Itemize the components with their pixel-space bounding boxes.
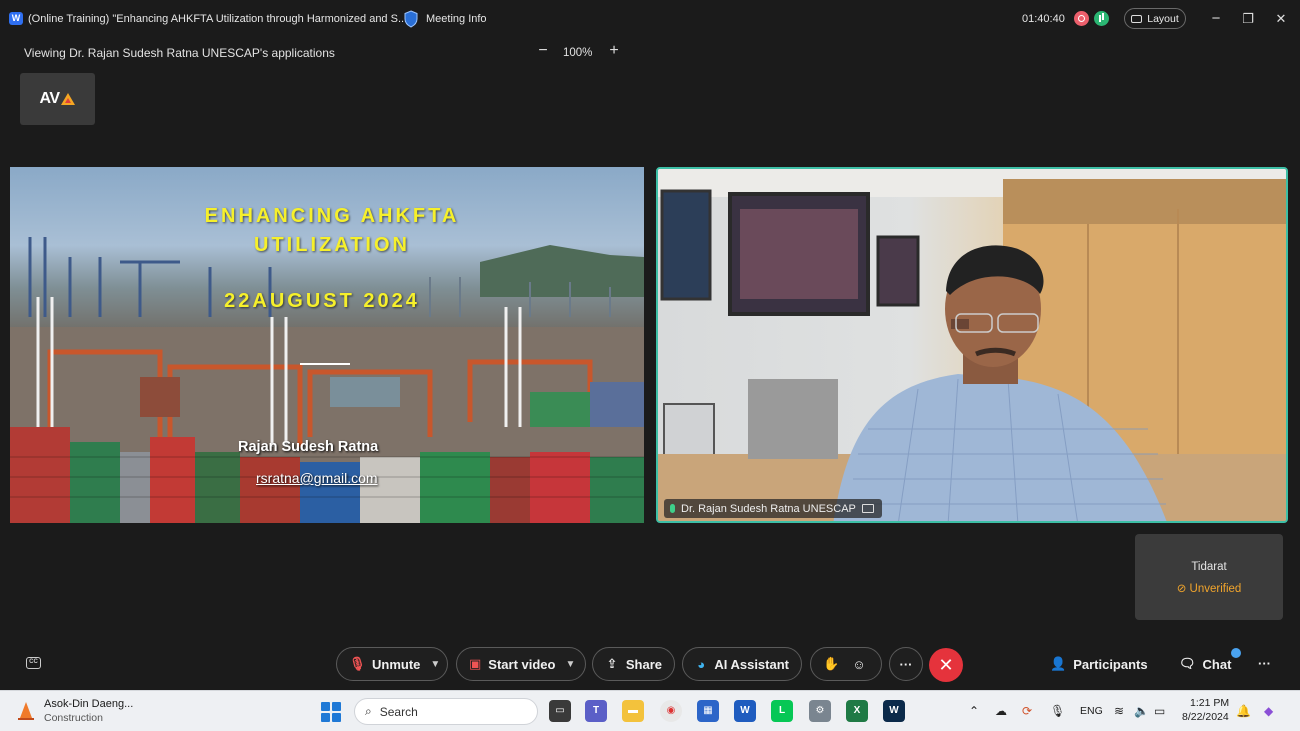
reactions-button[interactable]: ✋ ☺ — [810, 647, 882, 681]
chat-button[interactable]: 🗨 Chat — [1179, 656, 1231, 672]
slide-email: rsratna@gmail.com — [256, 470, 378, 486]
connection-stats-icon[interactable] — [1094, 11, 1109, 26]
layout-button[interactable]: Layout — [1124, 8, 1186, 29]
participant-name: Tidarat — [1191, 561, 1227, 573]
share-screen-icon: ⇪ — [606, 656, 618, 671]
word-icon[interactable]: W — [734, 700, 756, 722]
start-video-button[interactable]: ▣ Start video ▼ — [456, 647, 586, 681]
warning-clock-icon: ⊘ — [1176, 583, 1187, 595]
window-title: (Online Training) "Enhancing AHKFTA Util… — [28, 13, 408, 25]
file-explorer-icon[interactable]: ▬ — [622, 700, 644, 722]
speaker-video-tile[interactable]: Dr. Rajan Sudesh Ratna UNESCAP — [656, 167, 1288, 523]
speaker-video-image — [658, 169, 1286, 521]
minimize-button[interactable]: − — [1206, 9, 1226, 29]
slide-presenter-name: Rajan Sudesh Ratna — [238, 439, 379, 455]
windows-taskbar: Asok-Din Daeng... Construction ⌕ Search … — [0, 690, 1300, 731]
close-button[interactable]: ✕ — [1271, 9, 1291, 29]
mic-active-icon — [670, 504, 675, 513]
zoom-in-button[interactable]: + — [606, 42, 622, 60]
news-widget-subtitle: Construction — [44, 712, 103, 724]
line-app-icon[interactable]: L — [771, 700, 793, 722]
sync-icon[interactable]: ⟳ — [1022, 704, 1032, 718]
taskbar-search[interactable]: ⌕ Search — [354, 698, 538, 725]
share-label: Share — [625, 656, 662, 672]
slide-title-line1: ENHANCING AHKFTA — [204, 205, 460, 227]
ai-assistant-label: AI Assistant — [714, 656, 789, 672]
settings-gear-icon[interactable]: ⚙ — [809, 700, 831, 722]
recording-icon[interactable] — [1074, 11, 1089, 26]
notification-bell-icon[interactable]: 🔔 — [1236, 704, 1251, 718]
clock-date[interactable]: 8/22/2024 — [1182, 711, 1229, 723]
emoji-icon[interactable]: ☺ — [851, 657, 867, 672]
more-options-button[interactable]: ··· — [889, 647, 923, 681]
chat-label: Chat — [1202, 656, 1232, 672]
chevron-up-icon[interactable]: ⌃ — [969, 704, 979, 718]
copilot-icon[interactable]: ◆ — [1264, 704, 1273, 718]
webex-taskbar-icon[interactable]: W — [883, 700, 905, 722]
layout-grid-icon — [1131, 14, 1143, 23]
teams-icon[interactable]: T — [585, 700, 607, 722]
participants-icon: 👤 — [1050, 656, 1067, 671]
leave-meeting-button[interactable]: ✕ — [929, 648, 963, 682]
speaker-name-label: Dr. Rajan Sudesh Ratna UNESCAP — [664, 499, 882, 518]
start-video-label: Start video — [488, 656, 556, 672]
sharing-screen-icon — [861, 504, 874, 513]
slide-date: 22AUGUST 2024 — [224, 290, 420, 312]
zoom-out-button[interactable]: − — [535, 42, 551, 60]
share-button[interactable]: ⇪ Share — [592, 647, 675, 681]
chrome-icon[interactable]: ◉ — [660, 700, 682, 722]
webex-app-icon: W — [9, 12, 23, 25]
logo-text: AV — [39, 90, 60, 107]
news-widget-title[interactable]: Asok-Din Daeng... — [44, 698, 133, 710]
clock-time[interactable]: 1:21 PM — [1190, 697, 1229, 709]
excel-icon[interactable]: X — [846, 700, 868, 722]
battery-icon[interactable]: ▭ — [1154, 704, 1165, 718]
ai-assistant-icon: ◕ — [697, 656, 706, 672]
logo-triangle-icon — [60, 93, 75, 105]
raise-hand-icon[interactable]: ✋ — [823, 656, 839, 672]
chevron-down-icon[interactable]: ▼ — [430, 659, 440, 670]
slide-title-line2: UTILIZATION — [254, 234, 410, 256]
meeting-timer: 01:40:40 — [1022, 13, 1065, 25]
chevron-down-icon[interactable]: ▼ — [565, 659, 575, 670]
traffic-cone-icon[interactable] — [15, 701, 37, 721]
viewing-label: Viewing Dr. Rajan Sudesh Ratna UNESCAP's… — [24, 46, 335, 60]
ai-assistant-button[interactable]: ◕ AI Assistant — [682, 647, 802, 681]
search-icon: ⌕ — [365, 704, 372, 718]
input-language[interactable]: ENG — [1080, 705, 1103, 717]
title-bar: W (Online Training) "Enhancing AHKFTA Ut… — [0, 0, 1300, 38]
shield-icon[interactable] — [403, 10, 419, 28]
participant-tile[interactable]: Tidarat ⊘ Unverified — [1135, 534, 1283, 620]
search-placeholder: Search — [379, 704, 418, 719]
onedrive-icon[interactable]: ☁ — [995, 704, 1007, 718]
zoom-level[interactable]: 100% — [563, 47, 592, 59]
participant-status-text: Unverified — [1189, 583, 1242, 595]
wifi-icon[interactable]: ≋ — [1114, 704, 1124, 718]
windows-start-icon[interactable] — [321, 702, 341, 722]
chat-notification-badge — [1231, 648, 1241, 658]
more-panels-button[interactable]: ··· — [1258, 656, 1271, 671]
task-view-icon[interactable]: ▭ — [549, 700, 571, 722]
restore-button[interactable]: ❐ — [1238, 9, 1258, 29]
shared-slide: ENHANCING AHKFTA UTILIZATION 22AUGUST 20… — [10, 167, 644, 523]
unmute-button[interactable]: 🎙 Unmute ▼ — [336, 647, 448, 681]
closed-captions-icon[interactable]: CC — [26, 657, 41, 669]
meeting-info-link[interactable]: Meeting Info — [426, 13, 487, 25]
speaker-muted-icon[interactable]: 🔈 — [1134, 704, 1149, 718]
mic-muted-icon: 🎙 — [349, 656, 366, 671]
video-off-icon: ▣ — [469, 656, 482, 671]
store-icon[interactable]: ▦ — [697, 700, 719, 722]
unmute-label: Unmute — [372, 656, 421, 672]
mic-muted-tray-icon[interactable]: 🎙 — [1050, 704, 1065, 718]
participant-status: ⊘ Unverified — [1135, 581, 1283, 595]
layout-label: Layout — [1147, 12, 1179, 25]
speaker-name: Dr. Rajan Sudesh Ratna UNESCAP — [681, 502, 856, 515]
participant-logo-tile[interactable]: AV — [20, 73, 95, 125]
chat-bubble-icon: 🗨 — [1179, 656, 1196, 671]
participants-button[interactable]: 👤 Participants — [1050, 656, 1148, 672]
participants-label: Participants — [1073, 656, 1148, 672]
